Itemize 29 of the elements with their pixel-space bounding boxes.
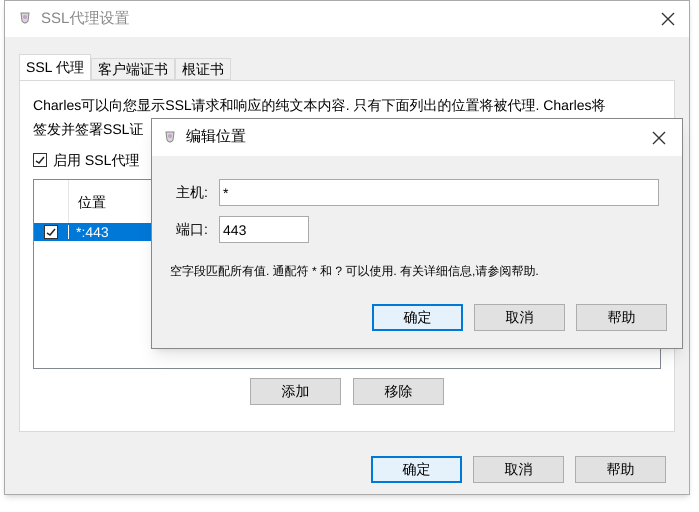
description-text: 签发并签署SSL证 — [33, 120, 144, 139]
input-field[interactable]: 443 — [219, 216, 309, 243]
checkbox[interactable] — [44, 225, 58, 239]
hint-text: 空字段匹配所有值. 通配符 * 和 ? 可以使用. 有关详细信息,请参阅帮助. — [169, 263, 540, 280]
table-cell-text: *:443 — [75, 222, 109, 242]
dialog-button[interactable]: 取消 — [473, 456, 564, 483]
table-button[interactable]: 添加 — [250, 378, 341, 405]
checkbox[interactable] — [33, 153, 47, 167]
column-header: 位置 — [77, 193, 106, 212]
tab[interactable]: 客户端证书 — [90, 58, 175, 80]
close-icon[interactable] — [652, 130, 666, 144]
tab[interactable]: SSL 代理 — [19, 54, 91, 80]
checkbox-label: 启用 SSL代理 — [53, 150, 140, 170]
window-title: SSL代理设置 — [41, 8, 130, 29]
dialog-button[interactable]: 确定 — [371, 456, 462, 483]
app-icon — [164, 130, 176, 144]
dialog-button[interactable]: 帮助 — [576, 304, 667, 331]
dialog-button[interactable]: 确定 — [372, 304, 463, 331]
dialog-title: 编辑位置 — [186, 127, 246, 148]
dialog-button[interactable]: 帮助 — [575, 456, 666, 483]
input-field[interactable]: * — [219, 179, 659, 206]
field-label: 主机: — [176, 183, 209, 202]
dialog-button[interactable]: 取消 — [474, 304, 565, 331]
close-icon[interactable] — [661, 12, 675, 26]
table-button[interactable]: 移除 — [353, 378, 444, 405]
field-label: 端口: — [176, 220, 209, 239]
description-text: Charles可以向您显示SSL请求和响应的纯文本内容. 只有下面列出的位置将被代理. Charles将 — [33, 96, 606, 115]
app-icon — [19, 12, 31, 26]
tab[interactable]: 根证书 — [174, 58, 231, 80]
